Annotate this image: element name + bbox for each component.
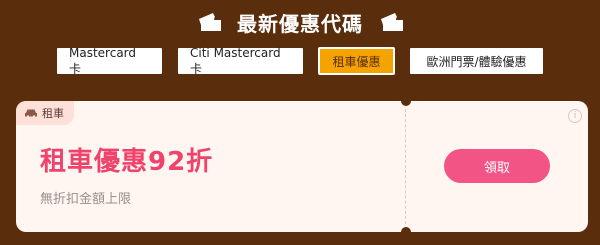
ticket-icon — [381, 13, 403, 31]
claim-button[interactable]: 領取 — [444, 149, 550, 183]
ticket-notch — [401, 227, 411, 232]
tab-europe-tickets[interactable]: 歐洲門票/體驗優惠 — [409, 47, 544, 75]
category-tag: 租車 — [16, 101, 74, 125]
category-tag-label: 租車 — [42, 107, 64, 120]
tab-car-rental[interactable]: 租車優惠 — [318, 47, 395, 75]
offer-title: 租車優惠92折 — [40, 147, 214, 177]
ticket-icon — [199, 13, 221, 31]
coupon-card: 租車 租車優惠92折 無折扣金額上限 領取 i — [16, 101, 588, 232]
car-icon — [25, 109, 37, 118]
header: 最新優惠代碼 — [0, 6, 600, 38]
offer-subtitle: 無折扣金額上限 — [40, 192, 132, 207]
tab-mastercard[interactable]: Mastercard 卡 — [56, 46, 163, 76]
page-title: 最新優惠代碼 — [237, 11, 363, 36]
tab-citi-mastercard[interactable]: Citi Mastercard 卡 — [177, 46, 304, 76]
ticket-notch — [401, 101, 411, 106]
category-tabs: Mastercard 卡 Citi Mastercard 卡 租車優惠 歐洲門票… — [0, 46, 600, 77]
info-icon[interactable]: i — [568, 109, 582, 123]
dashed-divider — [405, 109, 406, 224]
